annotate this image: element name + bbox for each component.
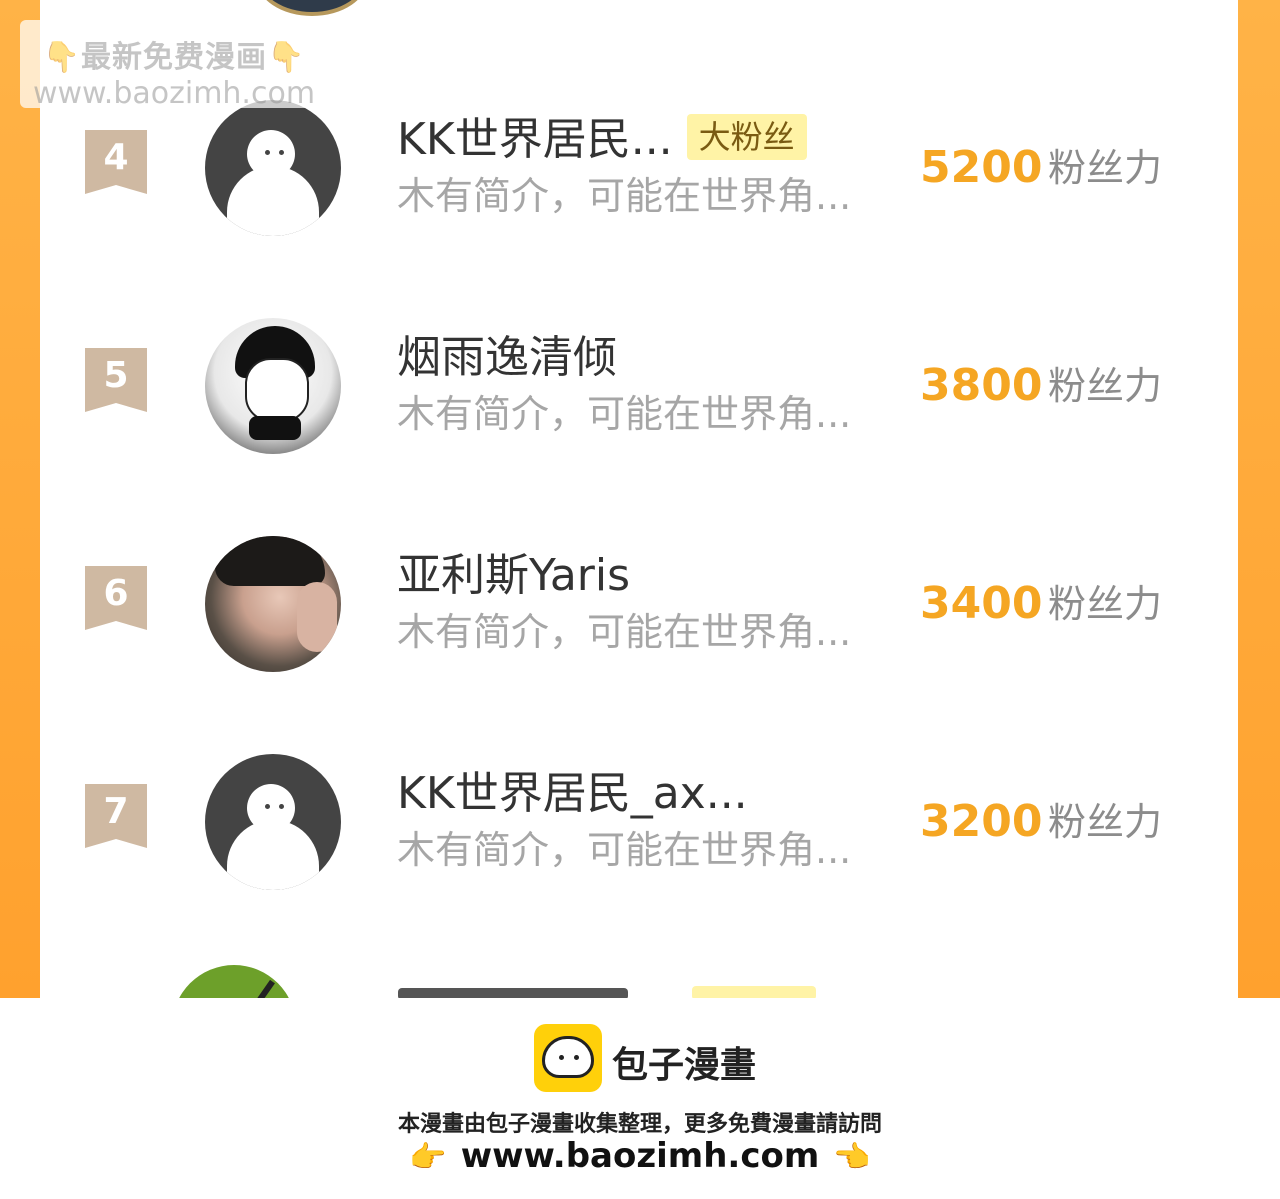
user-description: 木有简介，可能在世界角...: [397, 828, 852, 872]
user-name-text: 烟雨逸清倾: [397, 332, 617, 383]
user-description: 木有简介，可能在世界角...: [397, 174, 852, 218]
avatar-eye: [279, 804, 284, 809]
fan-score-unit: 粉丝力: [1048, 582, 1163, 626]
rank-badge: 7: [85, 784, 147, 848]
ranking-card: 4 KK世界居民... 大粉丝 木有简介，可能在世界角... 5200 粉丝力 5: [40, 0, 1238, 998]
rank-badge: 4: [85, 130, 147, 194]
avatar-eye: [265, 150, 270, 155]
fan-score: 5200: [920, 142, 1043, 193]
user-name[interactable]: KK世界居民... 大粉丝: [397, 112, 807, 168]
avatar[interactable]: [205, 536, 341, 672]
user-name-text: 亚利斯Yaris: [397, 550, 631, 601]
user-name-text: KK世界居民...: [397, 114, 673, 165]
footer-url-text: www.baozimh.com: [460, 1136, 820, 1176]
fan-score: 3400: [920, 578, 1043, 629]
rank-badge: 5: [85, 348, 147, 412]
user-name[interactable]: 烟雨逸清倾: [397, 330, 617, 386]
fan-level-badge-cutoff: [692, 986, 816, 998]
default-avatar-body: [227, 166, 319, 236]
avatar-hand: [297, 582, 337, 652]
baozi-logo-icon: [534, 1024, 602, 1092]
footer-link[interactable]: 👉 www.baozimh.com 👈: [0, 1136, 1280, 1176]
watermark: 👇最新免费漫画👇 www.baozimh.com: [20, 20, 328, 111]
avatar[interactable]: [205, 100, 341, 236]
fan-score: 3200: [920, 796, 1043, 847]
list-item[interactable]: 5 烟雨逸清倾 木有简介，可能在世界角... 3800 粉丝力: [40, 318, 1238, 508]
user-description: 木有简介，可能在世界角...: [397, 610, 852, 654]
fan-score-unit: 粉丝力: [1048, 146, 1163, 190]
user-name[interactable]: 亚利斯Yaris: [397, 548, 630, 604]
avatar[interactable]: [205, 318, 341, 454]
user-name[interactable]: KK世界居民_ax...: [397, 766, 748, 822]
avatar-eye: [265, 804, 270, 809]
pointing-right-icon: 👉: [409, 1140, 447, 1175]
default-avatar-body: [227, 820, 319, 890]
user-description: 木有简介，可能在世界角...: [397, 392, 852, 436]
fan-score-unit: 粉丝力: [1048, 800, 1163, 844]
brand-name: 包子漫畫: [612, 1045, 757, 1086]
list-item[interactable]: 6 亚利斯Yaris 木有简介，可能在世界角... 3400 粉丝力: [40, 536, 1238, 726]
list-item[interactable]: 4 KK世界居民... 大粉丝 木有简介，可能在世界角... 5200 粉丝力: [40, 100, 1238, 290]
avatar-face: [245, 358, 309, 422]
footer-note: 本漫畫由包子漫畫收集整理，更多免費漫畫請訪問: [397, 1112, 882, 1137]
bun-eye: [574, 1055, 579, 1060]
fan-score: 3800: [920, 360, 1043, 411]
avatar[interactable]: [256, 0, 368, 16]
avatar-hair: [215, 536, 325, 586]
list-item[interactable]: 7 KK世界居民_ax... 木有简介，可能在世界角... 3200 粉丝力: [40, 754, 1238, 944]
watermark-title: 👇最新免费漫画👇: [42, 40, 306, 75]
user-name-text: KK世界居民_ax...: [397, 768, 748, 819]
pointing-left-icon: 👈: [833, 1140, 871, 1175]
user-name-cutoff: [398, 988, 628, 998]
avatar-collar: [249, 416, 301, 440]
bun-eye: [559, 1055, 564, 1060]
fan-level-badge: 大粉丝: [686, 114, 807, 160]
watermark-url: www.baozimh.com: [32, 76, 316, 111]
avatar[interactable]: [205, 754, 341, 890]
rank-badge: 6: [85, 566, 147, 630]
fan-score-unit: 粉丝力: [1048, 364, 1163, 408]
footer: 包子漫畫 本漫畫由包子漫畫收集整理，更多免費漫畫請訪問 👉 www.baozimh…: [0, 998, 1280, 1199]
bun-icon: [542, 1036, 594, 1078]
avatar-eye: [279, 150, 284, 155]
ranking-page: 4 KK世界居民... 大粉丝 木有简介，可能在世界角... 5200 粉丝力 5: [0, 0, 1280, 998]
